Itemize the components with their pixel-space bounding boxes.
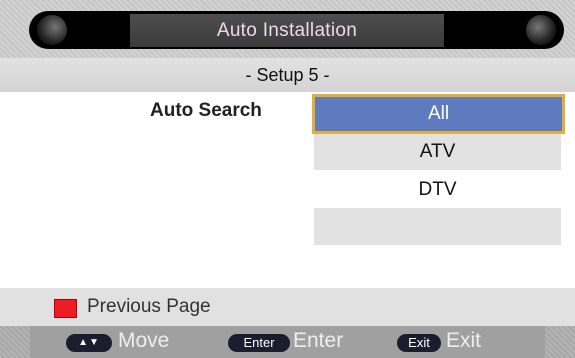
enter-hint: Enter [293,329,344,352]
auto-search-section: Auto Search All ATV DTV [0,92,575,288]
footer-bar: ▲▼ Move Enter Enter Exit Exit [0,326,575,358]
option-atv[interactable]: ATV [314,134,561,170]
page-title: Auto Installation [130,14,444,47]
auto-installation-screen: Auto Installation - Setup 5 - Auto Searc… [0,0,575,358]
red-key-icon [54,299,77,318]
option-empty[interactable] [314,208,561,245]
move-key-icon: ▲▼ [66,334,112,352]
exit-key-icon: Exit [397,334,441,352]
option-dtv[interactable]: DTV [314,172,561,208]
exit-hint: Exit [446,329,482,352]
previous-page-row[interactable]: Previous Page [0,288,575,326]
move-hint: Move [118,329,170,352]
setup-step: - Setup 5 - [0,58,575,92]
enter-key-icon: Enter [228,334,290,352]
title-cap-left [37,15,67,45]
previous-page-label: Previous Page [87,296,211,317]
footer-pattern-left [0,326,30,358]
title-bar: Auto Installation [0,0,575,58]
footer-pattern-right [545,326,575,358]
auto-search-label: Auto Search [150,100,262,121]
title-cap-right [526,15,556,45]
option-all[interactable]: All [312,94,565,134]
